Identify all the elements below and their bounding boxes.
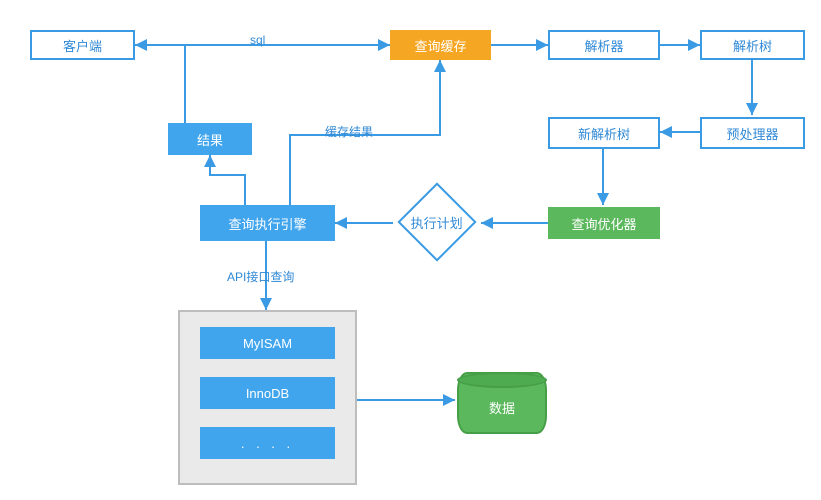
node-query-cache: 查询缓存 [390, 30, 491, 60]
engine-innodb: InnoDB [200, 377, 335, 409]
node-parse-tree: 解析树 [700, 30, 805, 60]
node-data-label: 数据 [489, 398, 515, 417]
storage-engines-panel: MyISAM InnoDB . . . . [178, 310, 357, 485]
node-optimizer: 查询优化器 [548, 207, 660, 239]
node-preprocessor: 预处理器 [700, 117, 805, 149]
diagram-edges [0, 0, 821, 500]
engine-myisam: MyISAM [200, 327, 335, 359]
edge-label-sql: sql [248, 33, 267, 47]
node-exec-plan-label: 执行计划 [411, 213, 463, 232]
edge-label-api-query: API接口查询 [225, 268, 296, 285]
node-exec-engine: 查询执行引擎 [200, 205, 335, 241]
edge-label-cache-result: 缓存结果 [323, 123, 375, 140]
node-result: 结果 [168, 123, 252, 155]
node-parser: 解析器 [548, 30, 660, 60]
node-data: 数据 [457, 372, 547, 434]
engine-more: . . . . [200, 427, 335, 459]
node-new-parse-tree: 新解析树 [548, 117, 660, 149]
node-client: 客户端 [30, 30, 135, 60]
